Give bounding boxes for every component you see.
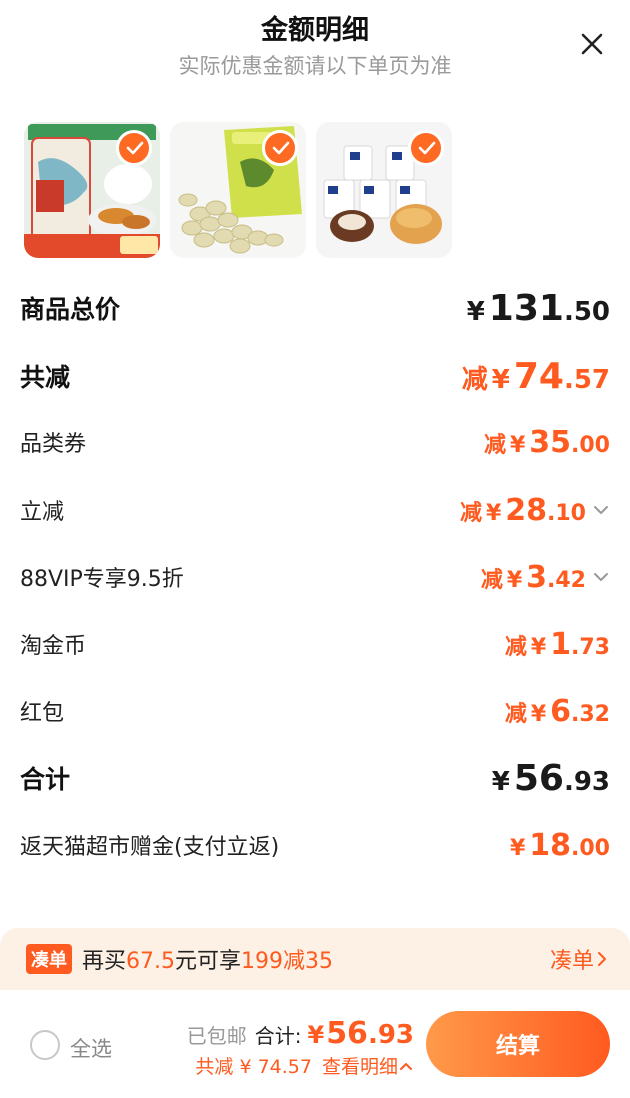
selected-check-icon[interactable]	[116, 130, 152, 166]
checkout-button[interactable]: 结算	[426, 1011, 610, 1077]
subtotal-amount: ¥ 56 .93	[491, 757, 610, 799]
discount-amount: 减 ¥ 28 .10	[460, 493, 610, 528]
chevron-down-icon[interactable]	[592, 568, 610, 586]
total-amount: 56	[326, 1016, 368, 1051]
total-line: 已包邮 合计: ¥ 56 .93	[186, 1016, 414, 1051]
subtotal-label: 合计	[20, 765, 71, 794]
rebate-label: 返天猫超市赠金(支付立返)	[20, 835, 280, 860]
product-thumb-2[interactable]	[170, 122, 306, 258]
goods-total-amount: ¥ 131 .50	[466, 287, 610, 329]
add-on-link[interactable]: 凑单	[550, 943, 610, 975]
add-on-promo-bar: 凑单 再买67.5元可享199减35 凑单	[0, 928, 630, 990]
product-thumbnails	[24, 122, 452, 258]
chevron-up-icon	[400, 1062, 412, 1070]
discount-label: 品类券	[20, 432, 87, 457]
discount-row-category-coupon: 品类券 减 ¥ 35 .00	[20, 422, 610, 462]
saved-line: 共减 ¥ 74.57 查看明细	[195, 1052, 414, 1079]
total-discount-row: 共减 减 ¥ 74 .57	[20, 355, 610, 397]
discount-label: 88VIP专享9.5折	[20, 567, 184, 592]
chevron-down-icon[interactable]	[592, 501, 610, 519]
discount-amount: 减 ¥ 6 .32	[504, 693, 610, 729]
product-thumb-1[interactable]	[24, 122, 160, 258]
discount-amount: 减 ¥ 35 .00	[483, 424, 610, 460]
discount-amount: 减 ¥ 3 .42	[481, 560, 610, 595]
selected-check-icon[interactable]	[262, 130, 298, 166]
subtotal-row: 合计 ¥ 56 .93	[20, 757, 610, 799]
rebate-amount: ¥ 18 .00	[509, 827, 610, 863]
select-all-label[interactable]: 全选	[70, 1033, 112, 1063]
saved-amount: 共减 ¥ 74.57	[195, 1056, 312, 1078]
discount-row-88vip[interactable]: 88VIP专享9.5折 减 ¥ 3 .42	[20, 557, 610, 597]
add-on-text: 再买67.5元可享199减35	[82, 949, 334, 974]
page-title: 金额明细	[261, 15, 369, 46]
goods-total-row: 商品总价 ¥ 131 .50	[20, 287, 610, 329]
total-label: 合计:	[254, 1024, 302, 1048]
goods-total-label: 商品总价	[20, 295, 121, 324]
close-icon[interactable]	[580, 32, 604, 56]
total-discount-amount: 减 ¥ 74 .57	[461, 355, 610, 397]
discount-row-red-packet: 红包 减 ¥ 6 .32	[20, 691, 610, 731]
discount-row-instant[interactable]: 立减 减 ¥ 28 .10	[20, 490, 610, 530]
discount-amount: 减 ¥ 1 .73	[504, 626, 610, 662]
discount-row-taojinbi: 淘金币 减 ¥ 1 .73	[20, 624, 610, 664]
product-thumb-3[interactable]	[316, 122, 452, 258]
total-discount-label: 共减	[20, 363, 71, 392]
page-subtitle: 实际优惠金额请以下单页为准	[178, 54, 452, 78]
free-shipping-label: 已包邮	[186, 1024, 247, 1048]
rebate-row: 返天猫超市赠金(支付立返) ¥ 18 .00	[20, 825, 610, 865]
discount-label: 淘金币	[20, 634, 87, 659]
checkout-bar: 全选 已包邮 合计: ¥ 56 .93 共减 ¥ 74.57 查看明细 结算	[0, 990, 630, 1098]
discount-label: 立减	[20, 500, 65, 525]
add-on-tag: 凑单	[26, 944, 72, 974]
chevron-right-icon	[598, 952, 606, 966]
modal-header: 金额明细 实际优惠金额请以下单页为准	[0, 0, 630, 100]
selected-check-icon[interactable]	[408, 130, 444, 166]
view-details-link[interactable]: 查看明细	[322, 1052, 414, 1079]
discount-label: 红包	[20, 701, 65, 726]
select-all-radio[interactable]	[30, 1030, 60, 1060]
